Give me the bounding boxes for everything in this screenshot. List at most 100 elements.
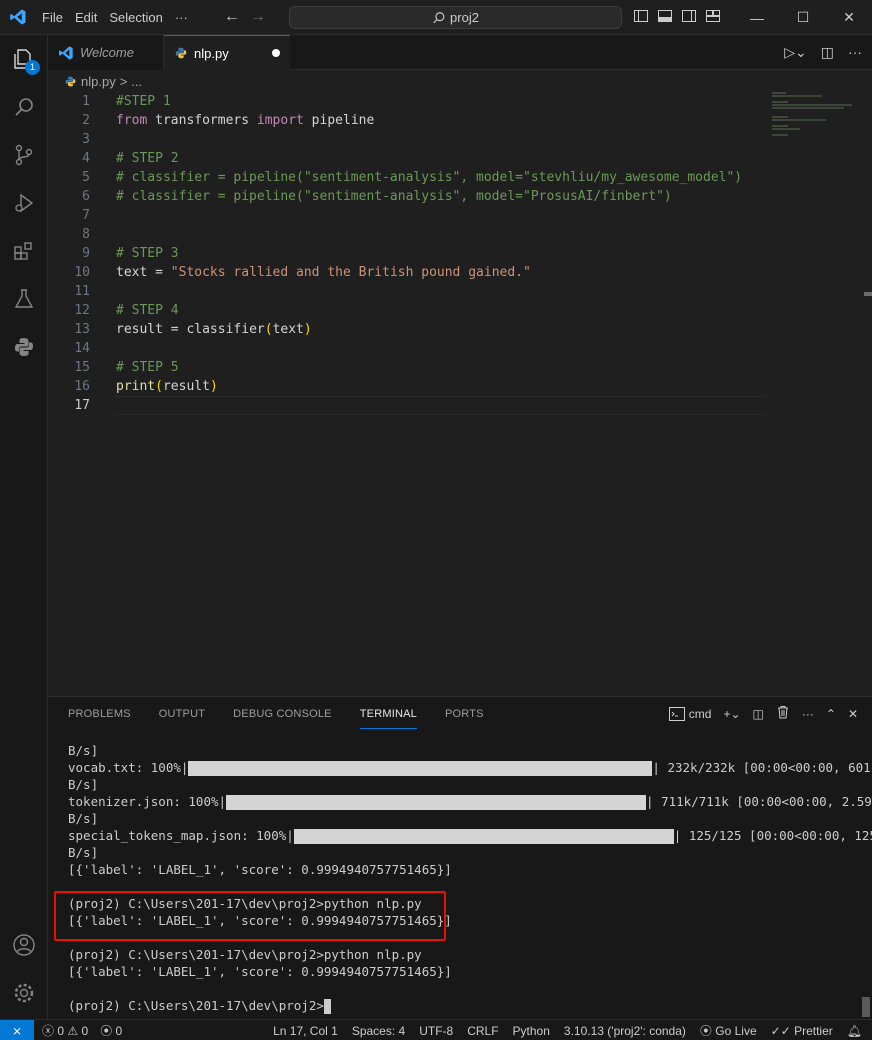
line-number: 15 (74, 360, 90, 375)
end-of-line[interactable]: CRLF (467, 1024, 498, 1038)
tab-debug-console[interactable]: DEBUG CONSOLE (233, 697, 332, 732)
breadcrumb-file[interactable]: nlp.py (81, 74, 116, 89)
forward-arrow-icon[interactable]: → (250, 8, 266, 26)
close-window-icon[interactable]: ✕ (826, 0, 872, 35)
tab-output[interactable]: OUTPUT (159, 697, 205, 732)
line-number: 16 (74, 379, 90, 394)
bracket-open: ( (264, 322, 273, 337)
search-icon (433, 11, 445, 23)
terminal-line: tokenizer.json: 100%| | 711k/711k [00:00<… (68, 794, 872, 810)
settings-gear-icon[interactable] (0, 969, 48, 1017)
extensions-icon[interactable] (0, 227, 48, 275)
go-live-icon: ⦿ (699, 1024, 712, 1038)
tab-nlp-py[interactable]: nlp.py (164, 35, 290, 70)
kill-terminal-trash-icon[interactable] (776, 705, 790, 722)
toggle-panel-icon[interactable] (657, 8, 673, 24)
menu-edit[interactable]: Edit (69, 0, 103, 35)
search-view-icon[interactable] (0, 83, 48, 131)
prettier-button[interactable]: ✓✓ Prettier (771, 1024, 833, 1038)
run-debug-icon[interactable] (0, 179, 48, 227)
menu-selection[interactable]: Selection (103, 0, 168, 35)
toggle-primary-sidebar-icon[interactable] (633, 8, 649, 24)
problems-status[interactable]: ⓧ 0 ⚠ 0 (42, 1022, 88, 1039)
bottom-panel: PROBLEMS OUTPUT DEBUG CONSOLE TERMINAL P… (48, 696, 872, 1019)
tab-terminal[interactable]: TERMINAL (359, 697, 417, 729)
code-line: text = "Stocks rallied and the British p… (116, 263, 531, 282)
code-line: #STEP 1 (116, 94, 171, 109)
terminal-output[interactable]: B/s] vocab.txt: 100%| | 232k/232k [00:00<… (68, 742, 872, 1014)
indentation[interactable]: Spaces: 4 (352, 1024, 405, 1038)
keyword-import: import (256, 113, 304, 128)
testing-flask-icon[interactable] (0, 275, 48, 323)
python-interpreter[interactable]: 3.10.13 ('proj2': conda) (564, 1024, 686, 1038)
ports-status[interactable]: ⦿ 0 (100, 1022, 122, 1039)
remote-indicator-icon[interactable]: ⨯ (0, 1020, 34, 1040)
argument: result (162, 379, 210, 394)
line-number: 13 (74, 322, 90, 337)
notifications-bell-icon[interactable]: 🔔︎ (847, 1024, 862, 1038)
progress-bar (226, 795, 647, 810)
minimize-icon[interactable]: — (734, 0, 780, 35)
status-bar: ⨯ ⓧ 0 ⚠ 0 ⦿ 0 Ln 17, Col 1 Spaces: 4 UTF… (0, 1019, 872, 1040)
code-line: # STEP 4 (116, 303, 179, 318)
line-number: 12 (74, 303, 90, 318)
panel-actions: cmd +⌄ ◫ ··· ⌃ ✕ (668, 705, 858, 722)
account-icon[interactable] (0, 921, 48, 969)
menu-more[interactable]: ··· (169, 0, 194, 35)
encoding[interactable]: UTF-8 (419, 1024, 453, 1038)
explorer-icon[interactable]: 1 (0, 35, 48, 83)
broadcast-icon: ⦿ (100, 1024, 113, 1038)
code-line: # classifier = pipeline("sentiment-analy… (116, 189, 672, 204)
ports-count: 0 (115, 1024, 123, 1038)
maximize-icon[interactable]: ☐ (780, 0, 826, 35)
tab-welcome[interactable]: Welcome (48, 35, 164, 70)
line-number: 6 (82, 189, 90, 204)
terminal-scrollbar[interactable] (862, 997, 870, 1017)
new-terminal-icon[interactable]: +⌄ (723, 707, 740, 721)
tab-ports[interactable]: PORTS (445, 697, 484, 732)
function-call: classifier (186, 322, 265, 337)
minimap[interactable] (772, 92, 862, 142)
customize-layout-icon[interactable] (705, 8, 721, 24)
status-right: Ln 17, Col 1 Spaces: 4 UTF-8 CRLF Python… (273, 1020, 862, 1040)
terminal-line: special_tokens_map.json: 100%| | 125/125 … (68, 828, 872, 844)
language-mode[interactable]: Python (513, 1024, 550, 1038)
maximize-panel-chevron-up-icon[interactable]: ⌃ (826, 707, 836, 721)
split-editor-icon[interactable]: ◫ (821, 44, 834, 61)
close-panel-icon[interactable]: ✕ (848, 707, 858, 721)
breadcrumb-more[interactable]: ... (131, 74, 142, 89)
terminal-line: B/s] (68, 811, 99, 826)
bracket-open: ( (155, 379, 163, 394)
navigation-arrows: ← → (224, 8, 266, 26)
warning-icon: ⚠ (67, 1024, 79, 1038)
go-live-button[interactable]: ⦿ Go Live (700, 1022, 757, 1039)
terminal-selector[interactable]: cmd (668, 706, 712, 721)
double-check-icon: ✓✓ (770, 1023, 791, 1038)
command-center-search[interactable]: proj2 (289, 6, 622, 29)
cursor-position[interactable]: Ln 17, Col 1 (273, 1024, 338, 1038)
terminal-line: vocab.txt: 100%| | 232k/232k [00:00<00:00… (68, 760, 872, 776)
back-arrow-icon[interactable]: ← (224, 8, 240, 26)
more-actions-icon[interactable]: ··· (848, 44, 862, 61)
panel-more-icon[interactable]: ··· (802, 707, 814, 721)
run-python-file-icon[interactable]: ▷⌄ (784, 44, 807, 61)
terminal-line: B/s] (68, 845, 99, 860)
operator: = (162, 322, 187, 337)
import-name: pipeline (303, 113, 375, 128)
window-controls: — ☐ ✕ (734, 0, 872, 35)
source-control-icon[interactable] (0, 131, 48, 179)
panel-tabs: PROBLEMS OUTPUT DEBUG CONSOLE TERMINAL P… (68, 697, 484, 732)
operator: = (147, 265, 171, 280)
editor-scrollbar[interactable] (864, 292, 872, 296)
terminal-prompt-line: (proj2) C:\Users\201-17\dev\proj2> (68, 997, 868, 1014)
tab-problems[interactable]: PROBLEMS (68, 697, 131, 732)
split-terminal-icon[interactable]: ◫ (753, 707, 764, 721)
menu-file[interactable]: File (36, 0, 69, 35)
terminal-shell-name: cmd (688, 706, 712, 721)
line-number: 8 (82, 227, 90, 242)
toggle-secondary-sidebar-icon[interactable] (681, 8, 697, 24)
python-icon[interactable] (0, 323, 48, 371)
unsaved-dot-icon[interactable] (272, 49, 280, 57)
code-editor[interactable]: 1 #STEP 1 2 from transformers import pipel… (48, 92, 872, 692)
